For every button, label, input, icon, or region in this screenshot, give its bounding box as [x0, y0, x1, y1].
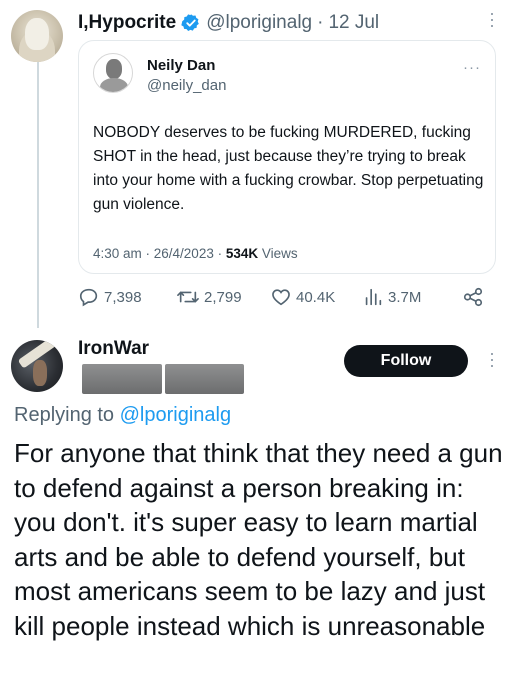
quoted-views-count: 534K [225, 246, 259, 261]
share-button[interactable] [462, 286, 488, 308]
replying-to-line: Replying to @lporiginalg [14, 404, 231, 427]
like-button[interactable]: 40.4K [270, 286, 335, 308]
top-tweet-header: I,Hypocrite @lporiginalg · 12 Jul [78, 10, 495, 36]
views-count: 3.7M [388, 288, 422, 306]
avatar-neily-dan[interactable] [93, 53, 133, 93]
quoted-timestamp[interactable]: 4:30 am · 26/4/2023 · [93, 246, 226, 261]
quoted-views-label: Views [258, 246, 298, 261]
redacted-handle-block [82, 364, 247, 394]
more-vertical-icon[interactable]: · · · [487, 344, 497, 374]
avatar-ihypocrite[interactable] [11, 10, 63, 62]
replying-to-prefix: Replying to [14, 404, 120, 426]
tweet-action-bar: 7,398 2,799 40.4K 3.7M [78, 286, 498, 310]
retweet-count: 2,799 [204, 288, 242, 306]
quoted-tweet-text: NOBODY deserves to be fucking MURDERED, … [93, 124, 484, 213]
tweet-date[interactable]: 12 Jul [328, 12, 379, 34]
reply-icon [79, 288, 98, 307]
quoted-display-name[interactable]: Neily Dan [147, 57, 215, 74]
quoted-tweet-card[interactable]: Neily Dan @neily_dan ··· NOBODY deserves… [78, 40, 496, 274]
header-separator: · [317, 12, 324, 33]
avatar-ironwar[interactable] [11, 340, 63, 392]
views-icon [365, 288, 382, 306]
top-handle[interactable]: @lporiginalg [206, 12, 312, 34]
replying-to-handle-link[interactable]: @lporiginalg [120, 404, 231, 426]
reply-display-name[interactable]: IronWar [78, 338, 149, 360]
retweet-icon [177, 291, 199, 303]
top-display-name[interactable]: I,Hypocrite [78, 12, 176, 34]
views-button[interactable]: 3.7M [362, 286, 421, 308]
like-count: 40.4K [296, 288, 336, 306]
reply-tweet-text: For anyone that think that they need a g… [14, 438, 503, 641]
reply-button[interactable]: 7,398 [78, 286, 142, 308]
thread-connector-line [37, 58, 39, 328]
quoted-tweet-meta: 4:30 am · 26/4/2023 · 534K Views [93, 246, 298, 261]
share-icon [463, 287, 483, 307]
follow-button[interactable]: Follow [344, 345, 468, 377]
more-vertical-icon[interactable]: · · · [487, 4, 497, 34]
more-horizontal-icon[interactable]: ··· [463, 59, 481, 76]
like-icon [272, 289, 290, 306]
reply-count: 7,398 [104, 288, 142, 306]
retweet-button[interactable]: 2,799 [176, 286, 242, 308]
verified-badge-icon [181, 13, 201, 33]
quoted-handle[interactable]: @neily_dan [147, 77, 226, 94]
